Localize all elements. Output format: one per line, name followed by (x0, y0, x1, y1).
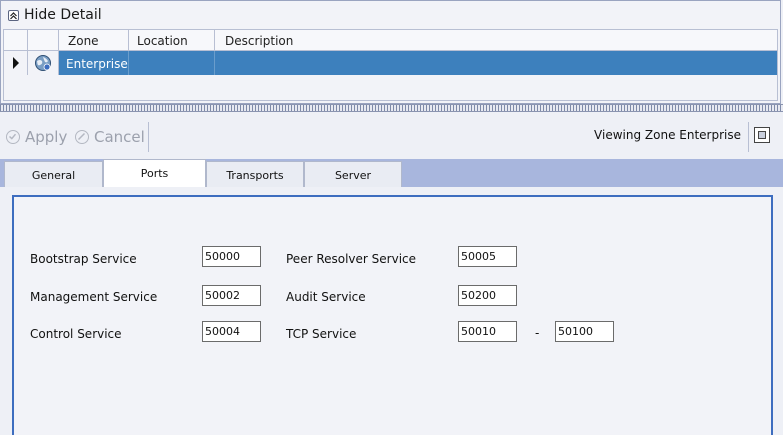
apply-button[interactable]: Apply (6, 127, 67, 147)
maximize-icon (758, 131, 766, 139)
control-service-label: Control Service (30, 327, 122, 341)
row-icon-cell (28, 51, 59, 75)
toolbar-separator (148, 122, 149, 152)
audit-service-label: Audit Service (286, 290, 366, 304)
bootstrap-service-label: Bootstrap Service (30, 252, 137, 266)
management-service-field[interactable] (202, 285, 261, 306)
header-indicator-cell (4, 30, 28, 50)
tab-transports[interactable]: Transports (206, 161, 304, 187)
peer-resolver-service-field[interactable] (458, 246, 517, 267)
peer-resolver-service-label: Peer Resolver Service (286, 252, 417, 266)
table-row[interactable]: Enterprise (4, 51, 777, 75)
control-service-field[interactable] (202, 321, 261, 342)
hide-detail-toggle[interactable]: Hide Detail (8, 5, 102, 25)
maximize-button[interactable] (754, 127, 770, 143)
viewing-zone-text: Viewing Zone Enterprise (594, 128, 741, 142)
globe-icon (35, 55, 51, 71)
apply-label: Apply (25, 128, 68, 146)
cancel-button[interactable]: Cancel (75, 127, 145, 147)
cell-location (129, 51, 215, 75)
tab-general[interactable]: General (4, 161, 103, 187)
tcp-service-label: TCP Service (286, 327, 357, 341)
cell-zone: Enterprise (59, 51, 129, 75)
toolbar: Apply Cancel Viewing Zone Enterprise (0, 116, 783, 158)
zone-grid: Zone Location Description Enterprise (3, 29, 778, 101)
panel-splitter[interactable] (0, 104, 783, 112)
ports-panel: Bootstrap Service Management Service Con… (12, 195, 773, 435)
audit-service-field[interactable] (458, 285, 517, 306)
range-separator: - (535, 326, 540, 340)
header-icon-cell (28, 30, 59, 50)
tcp-service-to-field[interactable] (555, 321, 614, 342)
cancel-icon (75, 130, 89, 144)
toolbar-separator-right (748, 122, 749, 152)
check-icon (6, 130, 20, 144)
current-row-arrow-icon (13, 57, 19, 69)
tab-ports[interactable]: Ports (103, 159, 206, 187)
bootstrap-service-field[interactable] (202, 246, 261, 267)
column-header-location[interactable]: Location (129, 30, 215, 50)
hide-detail-label: Hide Detail (24, 7, 102, 23)
tab-server[interactable]: Server (304, 161, 402, 187)
column-header-zone[interactable]: Zone (59, 30, 129, 50)
ports-content: Bootstrap Service Management Service Con… (0, 187, 783, 435)
tcp-service-from-field[interactable] (458, 321, 517, 342)
cancel-label: Cancel (94, 128, 145, 146)
cell-description (215, 51, 777, 75)
column-header-description[interactable]: Description (215, 30, 779, 50)
grid-header: Zone Location Description (4, 30, 777, 51)
row-indicator (4, 51, 28, 75)
management-service-label: Management Service (30, 290, 158, 304)
collapse-up-icon (8, 9, 19, 21)
detail-panel: Hide Detail Zone Location Description En… (0, 0, 781, 104)
selected-row-cells[interactable]: Enterprise (59, 51, 777, 75)
tab-strip: General Ports Transports Server (0, 159, 783, 187)
